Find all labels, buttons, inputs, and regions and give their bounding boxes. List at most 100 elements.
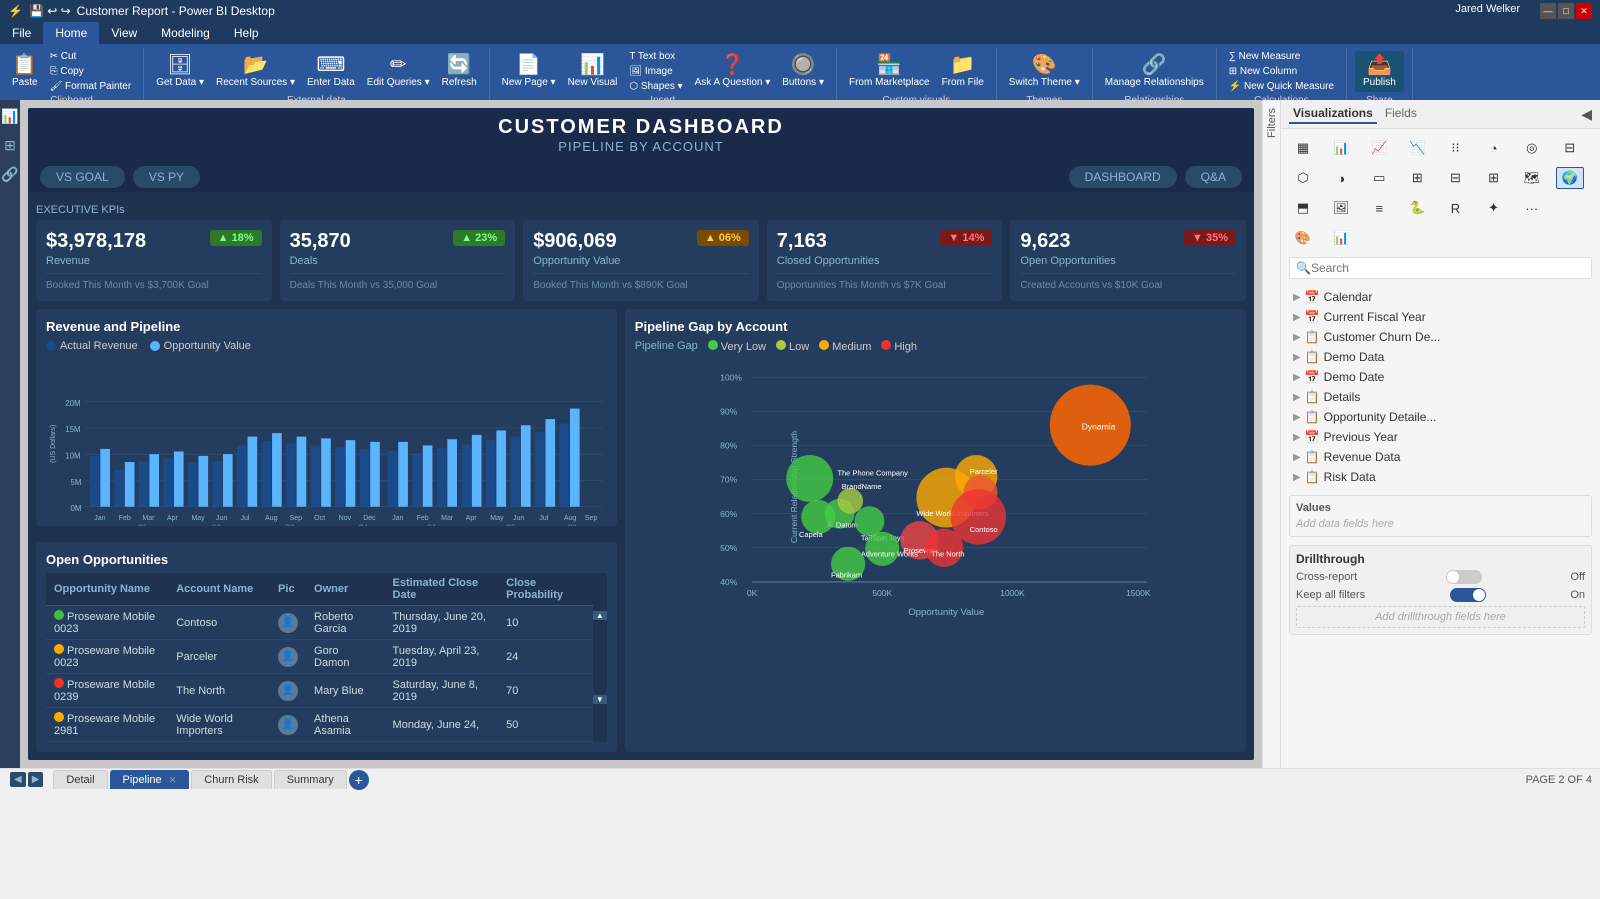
new-quick-measure-button[interactable]: ⚡ New Quick Measure (1225, 80, 1338, 93)
add-page-button[interactable]: + (349, 770, 369, 790)
ask-question-button[interactable]: ❓ Ask A Question ▾ (691, 53, 775, 90)
manage-relationships-button[interactable]: 🔗 Manage Relationships (1101, 53, 1208, 90)
text-box-button[interactable]: T Text box (625, 50, 686, 63)
edit-queries-button[interactable]: ✏ Edit Queries ▾ (363, 53, 434, 90)
field-calendar[interactable]: ▶ 📅 Calendar (1289, 287, 1592, 307)
bubble-capela[interactable] (801, 500, 835, 534)
get-data-button[interactable]: 🗄 Get Data ▾ (152, 53, 208, 90)
field-prev-year[interactable]: ▶ 📅 Previous Year (1289, 427, 1592, 447)
close-pipeline-tab[interactable]: ✕ (169, 775, 177, 785)
tab-pipeline[interactable]: Pipeline ✕ (110, 770, 190, 789)
viz-waterfall[interactable]: ⬒ (1289, 197, 1317, 219)
image-button[interactable]: 🖼 Image (625, 65, 686, 78)
viz-donut[interactable]: ◎ (1518, 137, 1546, 159)
from-marketplace-button[interactable]: 🏪 From Marketplace (845, 53, 934, 90)
tab-visualizations[interactable]: Visualizations (1289, 104, 1377, 124)
viz-pie[interactable]: ◔ (1480, 137, 1508, 159)
viz-funnel[interactable]: ⬡ (1289, 167, 1317, 189)
sidebar-model-icon[interactable]: 🔗 (1, 166, 18, 183)
cross-report-toggle[interactable] (1446, 570, 1482, 584)
table-row[interactable]: Proseware Mobile 0023 Contoso 👤 Roberto … (46, 606, 593, 640)
table-row[interactable]: Proseware Mobile 0239 The North 👤 Mary B… (46, 674, 593, 708)
bubble-the-north[interactable] (925, 529, 963, 567)
from-file-button[interactable]: 📁 From File (938, 53, 988, 90)
viz-python[interactable]: 🐍 (1403, 197, 1431, 219)
bubble-phone-company[interactable] (786, 455, 833, 502)
field-demo-date[interactable]: ▶ 📅 Demo Date (1289, 367, 1592, 387)
viz-table[interactable]: ⊟ (1442, 167, 1470, 189)
close-button[interactable]: ✕ (1576, 3, 1592, 19)
search-input[interactable] (1311, 261, 1585, 275)
shapes-button[interactable]: ⬡ Shapes ▾ (625, 80, 686, 93)
scroll-down-button[interactable]: ▼ (593, 695, 607, 704)
paste-button[interactable]: 📋 Paste (8, 53, 42, 90)
bubble-brand-name[interactable] (837, 488, 863, 514)
table-scroll[interactable]: ▲ ▼ (593, 573, 607, 742)
tab-modeling[interactable]: Modeling (149, 22, 222, 44)
keep-filters-toggle[interactable] (1450, 588, 1486, 602)
sidebar-data-icon[interactable]: ⊞ (4, 137, 16, 154)
tab-detail[interactable]: Detail (53, 770, 107, 789)
switch-theme-button[interactable]: 🎨 Switch Theme ▾ (1005, 53, 1084, 90)
new-visual-button[interactable]: 📊 New Visual (564, 53, 622, 90)
bubble-tailspin[interactable] (854, 506, 884, 536)
format-painter-button[interactable]: 🖌 Format Painter (46, 80, 136, 93)
copy-button[interactable]: ⎘ Copy (46, 65, 136, 78)
enter-data-button[interactable]: ⌨ Enter Data (303, 53, 359, 90)
viz-filled-map[interactable]: 🌍 (1556, 167, 1584, 189)
viz-stacked-bar[interactable]: ▦ (1289, 137, 1317, 159)
new-page-button[interactable]: 📄 New Page ▾ (498, 53, 560, 90)
table-row[interactable]: Proseware Mobile 2981 Wide World Importe… (46, 708, 593, 742)
viz-analytics[interactable]: 📊 (1327, 227, 1355, 249)
field-revenue-data[interactable]: ▶ 📋 Revenue Data (1289, 447, 1592, 467)
vs-goal-button[interactable]: VS GOAL (40, 166, 125, 188)
viz-more[interactable]: ··· (1518, 197, 1546, 219)
cut-button[interactable]: ✂ Cut (46, 50, 136, 63)
vs-py-button[interactable]: VS PY (133, 166, 200, 188)
tab-home[interactable]: Home (43, 22, 99, 44)
tab-file[interactable]: File (0, 22, 43, 44)
viz-slicer[interactable]: ≡ (1365, 197, 1393, 219)
collapse-panel-button[interactable]: ◀ (1581, 106, 1592, 123)
field-customer-churn[interactable]: ▶ 📋 Customer Churn De... (1289, 327, 1592, 347)
viz-card[interactable]: ▭ (1365, 167, 1393, 189)
viz-r[interactable]: R (1442, 197, 1470, 219)
viz-ai[interactable]: ✦ (1480, 197, 1508, 219)
table-row[interactable]: Proseware Mobile 0023 Parceler 👤 Goro Da… (46, 640, 593, 674)
viz-line-chart[interactable]: 📈 (1365, 137, 1393, 159)
prev-page-button[interactable]: ◀ (10, 772, 26, 787)
dashboard-button[interactable]: DASHBOARD (1069, 166, 1177, 188)
viz-treemap[interactable]: ⊟ (1556, 137, 1584, 159)
publish-button[interactable]: 📤 Publish (1355, 51, 1404, 92)
tab-help[interactable]: Help (222, 22, 271, 44)
next-page-button[interactable]: ▶ (28, 772, 44, 787)
maximize-button[interactable]: □ (1558, 3, 1574, 19)
sidebar-report-icon[interactable]: 📊 (1, 108, 18, 125)
field-risk-data[interactable]: ▶ 📋 Risk Data (1289, 467, 1592, 487)
viz-image[interactable]: 🖼 (1327, 197, 1355, 219)
field-fiscal-year[interactable]: ▶ 📅 Current Fiscal Year (1289, 307, 1592, 327)
minimize-button[interactable]: — (1540, 3, 1556, 19)
qa-button[interactable]: Q&A (1185, 166, 1242, 188)
field-opp-details[interactable]: ▶ 📋 Opportunity Detaile... (1289, 407, 1592, 427)
refresh-button[interactable]: 🔄 Refresh (438, 53, 481, 90)
tab-churn-risk[interactable]: Churn Risk (191, 770, 271, 789)
viz-area-chart[interactable]: 📉 (1403, 137, 1431, 159)
viz-matrix[interactable]: ⊞ (1480, 167, 1508, 189)
filters-button[interactable]: Filters (1266, 104, 1278, 142)
viz-bar-chart[interactable]: 📊 (1327, 137, 1355, 159)
recent-sources-button[interactable]: 📂 Recent Sources ▾ (212, 53, 299, 90)
viz-map[interactable]: 🗺 (1518, 167, 1546, 189)
viz-multi-card[interactable]: ⊞ (1403, 167, 1431, 189)
window-controls[interactable]: — □ ✕ (1540, 3, 1592, 19)
tab-view[interactable]: View (99, 22, 149, 44)
viz-gauge[interactable]: ◑ (1327, 167, 1355, 189)
new-measure-button[interactable]: ∑ New Measure (1225, 50, 1338, 63)
viz-scatter[interactable]: ⁝⁝ (1442, 137, 1470, 159)
buttons-button[interactable]: 🔘 Buttons ▾ (778, 53, 828, 90)
scroll-up-button[interactable]: ▲ (593, 611, 607, 620)
viz-format-paint[interactable]: 🎨 (1289, 227, 1317, 249)
new-column-button[interactable]: ⊞ New Column (1225, 65, 1338, 78)
field-demo-data[interactable]: ▶ 📋 Demo Data (1289, 347, 1592, 367)
field-details[interactable]: ▶ 📋 Details (1289, 387, 1592, 407)
